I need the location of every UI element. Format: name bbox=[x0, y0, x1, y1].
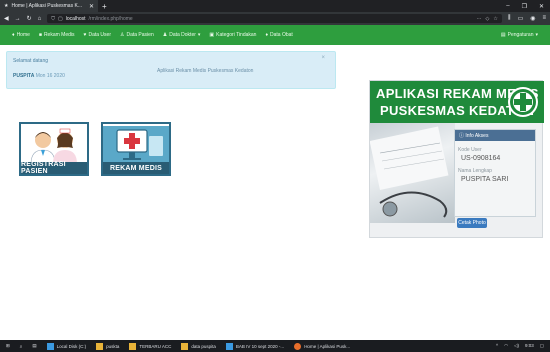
folder-icon bbox=[96, 342, 104, 350]
back-icon[interactable]: ◀ bbox=[4, 15, 9, 22]
new-tab-button[interactable]: + bbox=[102, 2, 107, 11]
system-tray: ^ ◠ ◁) 9:03 ▢ bbox=[496, 343, 544, 349]
drive-icon bbox=[46, 342, 54, 350]
settings-icon: ▤ bbox=[500, 32, 506, 38]
registrasi-pasien-tile[interactable]: REGISTRASI PASIEN bbox=[19, 122, 89, 176]
folder-icon bbox=[129, 342, 137, 350]
users-icon: ♥ bbox=[83, 32, 87, 38]
doctor-nurse-illustration-icon bbox=[30, 128, 77, 164]
account-icon[interactable]: ◉ bbox=[530, 15, 535, 22]
welcome-alert: Selamat datang Aplikasi Rekam Medis Pusk… bbox=[6, 51, 336, 89]
bookmark-star-icon[interactable]: ☆ bbox=[493, 16, 497, 22]
forward-icon[interactable]: → bbox=[15, 16, 21, 22]
url-host: localhost bbox=[65, 15, 86, 22]
start-icon[interactable]: ⊞ bbox=[6, 343, 10, 349]
home-icon[interactable]: ⌂ bbox=[38, 16, 42, 22]
volume-icon[interactable]: ◁) bbox=[514, 343, 519, 349]
medical-monitor-icon bbox=[103, 126, 169, 164]
cross-icon bbox=[510, 89, 536, 115]
app-banner: APLIKASI REKAM MEDIS PUSKESMAS KEDATON bbox=[370, 81, 544, 123]
nama-lengkap-label: Nama Lengkap bbox=[458, 168, 492, 174]
pocket-icon[interactable]: ◇ bbox=[485, 16, 489, 22]
windows-taskbar: ⊞ ⌕ ▤ Local Disk (C:) puskta TERBARU ACC… bbox=[0, 340, 550, 352]
taskbar-item-bab-iv[interactable]: BAB IV 10 sept 2020 -... bbox=[225, 342, 284, 350]
notifications-icon[interactable]: ▢ bbox=[540, 343, 544, 349]
tab-title: Home | Aplikasi Puskesmas K... bbox=[11, 3, 82, 9]
puskesmas-logo-icon bbox=[508, 87, 538, 117]
taskbar-item-data-puspita[interactable]: data puspita bbox=[181, 342, 216, 350]
alert-date: Mon 16 2020 bbox=[35, 73, 65, 79]
tab-favicon-icon: ★ bbox=[4, 3, 9, 9]
taskbar-item-firefox[interactable]: Home | Aplikasi Pusk... bbox=[294, 342, 350, 350]
page-icon: ▢ bbox=[58, 15, 63, 22]
alert-message: Aplikasi Rekam Medis Puskesmas Kedaton bbox=[157, 68, 254, 74]
nama-lengkap-value: PUSPITA SARI bbox=[461, 176, 509, 183]
category-icon: ▣ bbox=[209, 32, 215, 38]
browser-tabbar: ★ Home | Aplikasi Puskesmas K... ✕ + – ❐… bbox=[0, 0, 550, 12]
alert-user: PUSPITA Mon 16 2020 bbox=[13, 73, 65, 79]
library-icon[interactable]: ⫼ bbox=[508, 15, 511, 22]
taskbar-item-terbaru[interactable]: TERBARU ACC bbox=[129, 342, 171, 350]
doctor-icon: ♟ bbox=[162, 32, 168, 38]
alert-greeting: Selamat datang bbox=[13, 58, 49, 64]
sidebar-panel: APLIKASI REKAM MEDIS PUSKESMAS KEDATON ⓘ… bbox=[369, 80, 544, 238]
rekam-medis-label: REKAM MEDIS bbox=[103, 162, 169, 174]
nav-data-pasien[interactable]: ♙ Data Pasien bbox=[120, 32, 154, 38]
taskbar-item-localdisk[interactable]: Local Disk (C:) bbox=[46, 342, 86, 350]
tab-close-icon[interactable]: ✕ bbox=[89, 3, 94, 10]
stethoscope-icon bbox=[369, 126, 449, 218]
search-icon[interactable]: ⌕ bbox=[20, 344, 23, 349]
folder-icon bbox=[181, 342, 189, 350]
kode-user-value: US-0908164 bbox=[461, 155, 501, 162]
stethoscope-photo bbox=[369, 123, 455, 223]
taskbar-item-puskta[interactable]: puskta bbox=[96, 342, 119, 350]
maximize-button[interactable]: ❐ bbox=[522, 3, 527, 10]
rekam-medis-tile[interactable]: REKAM MEDIS bbox=[101, 122, 171, 176]
url-path: /rm/index.php/home bbox=[88, 15, 133, 22]
camera-icon: ■ bbox=[38, 32, 42, 38]
caret-down-icon: ▾ bbox=[197, 32, 201, 38]
network-icon[interactable]: ◠ bbox=[504, 343, 508, 349]
task-view-icon[interactable]: ▤ bbox=[32, 343, 36, 349]
shield-icon: ⛉ bbox=[51, 15, 56, 22]
minimize-button[interactable]: – bbox=[506, 3, 509, 10]
nav-pengaturan[interactable]: ▤ Pengaturan ▾ bbox=[501, 32, 538, 38]
reload-icon[interactable]: ↻ bbox=[27, 15, 32, 22]
close-window-button[interactable]: ✕ bbox=[539, 3, 544, 10]
caret-down-icon: ▾ bbox=[535, 32, 538, 38]
browser-tab[interactable]: ★ Home | Aplikasi Puskesmas K... ✕ bbox=[0, 0, 98, 12]
nav-kategori-tindakan[interactable]: ▣ Kategori Tindakan bbox=[209, 32, 256, 38]
app-navbar: ♦ Home ■ Rekam Medis ♥ Data User ♙ Data … bbox=[0, 25, 550, 45]
nav-rekam-medis[interactable]: ■ Rekam Medis bbox=[39, 32, 75, 38]
clock[interactable]: 9:03 bbox=[525, 343, 534, 349]
menu-icon[interactable]: ≡ bbox=[542, 15, 546, 22]
cetak-photo-button[interactable]: Cetak Photo bbox=[457, 218, 487, 228]
kode-user-label: Kode User bbox=[458, 147, 482, 153]
browser-navbar: ◀ → ↻ ⌂ ⛉ ▢ localhost /rm/index.php/home… bbox=[0, 12, 550, 25]
alert-username: PUSPITA bbox=[13, 73, 35, 79]
info-akses-panel: ⓘ Info Akses Kode User US-0908164 Nama L… bbox=[454, 129, 536, 217]
address-bar[interactable]: ⛉ ▢ localhost /rm/index.php/home ··· ◇ ☆ bbox=[47, 14, 502, 23]
home-icon: ♦ bbox=[12, 32, 15, 38]
user-icon: ♙ bbox=[120, 32, 125, 38]
alert-close-button[interactable]: × bbox=[321, 55, 325, 61]
medicine-icon: ♦ bbox=[265, 32, 269, 38]
firefox-icon bbox=[294, 342, 302, 350]
sidebar-toggle-icon[interactable]: ▭ bbox=[518, 15, 524, 22]
nav-data-dokter[interactable]: ♟ Data Dokter ▾ bbox=[163, 32, 201, 38]
word-icon bbox=[225, 342, 233, 350]
nav-data-obat[interactable]: ♦ Data Obat bbox=[265, 32, 292, 38]
tray-up-icon[interactable]: ^ bbox=[496, 343, 498, 349]
more-icon[interactable]: ··· bbox=[476, 16, 481, 22]
nav-data-user[interactable]: ♥ Data User bbox=[84, 32, 111, 38]
registrasi-pasien-label: REGISTRASI PASIEN bbox=[21, 161, 87, 175]
window-controls: – ❐ ✕ bbox=[506, 3, 550, 10]
nav-home[interactable]: ♦ Home bbox=[12, 32, 30, 38]
info-akses-header: ⓘ Info Akses bbox=[455, 130, 535, 141]
